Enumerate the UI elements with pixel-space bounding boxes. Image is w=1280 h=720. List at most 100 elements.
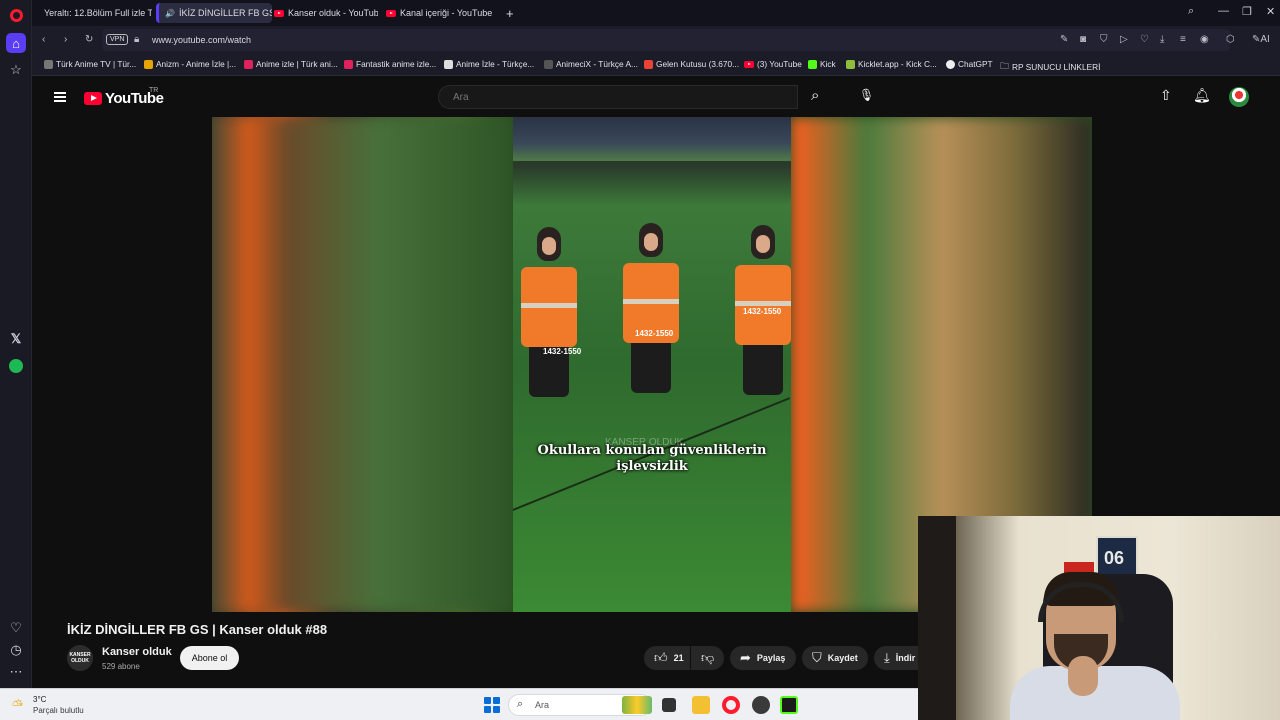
site-icon [344, 59, 353, 69]
tab-label: Kanal içeriği - YouTube St [400, 8, 494, 18]
windows-start-icon[interactable] [484, 697, 500, 713]
youtube-icon [744, 60, 754, 68]
bookmark-item[interactable]: Anime izle | Türk ani... [244, 59, 338, 69]
save-button[interactable]: ⛉ Kaydet [802, 646, 868, 670]
tab-yeralti[interactable]: Yeraltı: 12.Bölüm Full izle T [34, 3, 152, 23]
like-count: 21 [673, 653, 684, 663]
weather-temperature[interactable]: 3°C [33, 695, 46, 704]
steward-figure [617, 223, 685, 393]
profile-icon[interactable]: ◉ [1200, 34, 1209, 45]
search-input[interactable]: Ara [438, 85, 798, 109]
shield-icon[interactable]: ⛉ [1100, 34, 1108, 45]
task-view-icon[interactable] [662, 698, 676, 712]
streaming-app-icon[interactable] [780, 696, 798, 714]
lock-icon[interactable]: 🔒︎ [134, 34, 139, 45]
search-placeholder: Ara [453, 92, 469, 103]
bookmark-item[interactable]: Anime İzle - Türkçe... [444, 59, 534, 69]
reload-icon[interactable]: ↻ [85, 34, 93, 45]
forward-icon[interactable]: › [64, 34, 67, 45]
stadium-stands [513, 117, 791, 161]
download-icon[interactable]: ⤓ [1160, 34, 1164, 45]
folder-icon: 🗀 [1000, 61, 1010, 71]
chatgpt-icon [946, 59, 955, 69]
aria-ai-button[interactable]: ✎AI [1252, 34, 1270, 45]
bookmark-item[interactable]: Kicklet.app - Kick C... [846, 59, 937, 69]
tab-kanser-olduk[interactable]: Kanser olduk - YouTube [268, 3, 378, 23]
tab-label: Yeraltı: 12.Bölüm Full izle T [44, 8, 152, 18]
share-button[interactable]: ➦ Paylaş [730, 646, 796, 670]
avatar[interactable] [1229, 87, 1249, 107]
tab-strip: Yeraltı: 12.Bölüm Full izle T 🔊 İKİZ DİN… [32, 0, 1280, 26]
extensions-icon[interactable]: ⬡ [1226, 34, 1235, 45]
search-highlight-icon[interactable] [622, 696, 652, 714]
camera-icon[interactable]: ◙ [1080, 34, 1086, 45]
bookmark-item[interactable]: ChatGPT [946, 59, 993, 69]
upload-icon[interactable]: ⇧ [1160, 87, 1172, 104]
bookmark-item[interactable]: Kick [808, 59, 836, 69]
bookmark-item[interactable]: Türk Anime TV | Tür... [44, 59, 136, 69]
site-icon [244, 59, 253, 69]
download-button[interactable]: ⤓ İndir [874, 646, 918, 670]
bookmark-item[interactable]: Anizm - Anime İzle |... [144, 59, 236, 69]
bookmark-icon: ⛉ [812, 650, 822, 665]
thumbs-down-icon: 👎︎ [701, 650, 715, 665]
x-twitter-icon[interactable]: 𝕏 [6, 329, 26, 349]
webcam-overlay: 06 [918, 516, 1280, 720]
opera-taskbar-icon[interactable] [722, 696, 740, 714]
more-icon[interactable]: ⋯ [6, 662, 26, 682]
minimize-button[interactable]: — [1218, 5, 1229, 17]
bell-icon[interactable]: 🔔︎ [1193, 87, 1211, 104]
bookmark-item[interactable]: Fantastik anime izle... [344, 59, 436, 69]
close-button[interactable]: ✕ [1266, 5, 1275, 18]
channel-name[interactable]: Kanser olduk [102, 646, 172, 658]
windows-taskbar: ⛅︎ 3°C Parçalı bulutlu ⌕ Ara [0, 688, 918, 720]
site-icon [444, 59, 453, 69]
channel-avatar[interactable]: KANSER OLDUK [67, 645, 93, 671]
new-tab-button[interactable]: + [500, 3, 518, 23]
microphone-icon[interactable]: 🎙︎ [859, 88, 874, 102]
star-icon[interactable]: ☆ [6, 60, 26, 80]
search-icon: ⌕ [517, 698, 524, 710]
animecix-icon [544, 59, 553, 69]
search-tabs-icon[interactable]: ⌕ [1188, 5, 1194, 18]
video-blur-left [212, 117, 513, 612]
tab-ikiz-dingiller[interactable]: 🔊 İKİZ DİNGİLLER FB GS [156, 3, 272, 23]
dislike-button[interactable]: 👎︎ [691, 646, 724, 670]
app-icon[interactable] [752, 696, 770, 714]
bookmarks-bar: Türk Anime TV | Tür... Anizm - Anime İzl… [32, 54, 1280, 76]
youtube-icon [84, 92, 102, 105]
back-icon[interactable]: ‹ [42, 34, 45, 45]
weather-description[interactable]: Parçalı bulutlu [33, 706, 84, 715]
gmail-icon [644, 59, 653, 69]
menu-icon[interactable] [54, 92, 66, 102]
home-icon[interactable]: ⌂ [6, 33, 26, 53]
vpn-badge[interactable]: VPN [106, 34, 129, 45]
bookmark-item[interactable]: AnimeciX - Türkçe A... [544, 59, 638, 69]
bookmark-item[interactable]: (3) YouTube [744, 59, 802, 69]
youtube-icon [386, 9, 396, 17]
bookmark-item[interactable]: Gelen Kutusu (3.670... [644, 59, 739, 69]
maximize-button[interactable]: ❐ [1242, 5, 1252, 18]
opera-logo-icon[interactable] [10, 9, 23, 22]
webcam-door [918, 516, 956, 720]
play-icon[interactable]: ▷ [1120, 34, 1128, 45]
share-icon: ➦ [740, 650, 751, 665]
speaker-icon: 🔊 [165, 8, 175, 18]
url-text[interactable]: www.youtube.com/watch [152, 35, 251, 45]
tab-kanal-icerigi[interactable]: Kanal içeriği - YouTube St [380, 3, 494, 23]
kick-icon [808, 59, 817, 69]
like-button[interactable]: 👍︎ 21 [644, 646, 690, 670]
menu-icon[interactable]: ≡ [1180, 34, 1186, 45]
kicklet-icon [846, 59, 855, 69]
video-frame[interactable]: 1432-1550 1432-1550 1432-1550 KANSER OLD… [513, 117, 791, 612]
weather-icon[interactable]: ⛅︎ [12, 697, 23, 714]
search-icon[interactable]: ⌕ [811, 87, 819, 104]
edit-icon[interactable]: ✎ [1060, 34, 1068, 45]
subscribe-button[interactable]: Abone ol [180, 646, 239, 670]
spotify-icon[interactable] [6, 356, 26, 376]
file-explorer-icon[interactable] [692, 696, 710, 714]
history-icon[interactable]: ◷ [6, 640, 26, 660]
heart-icon[interactable]: ♡ [6, 618, 26, 638]
bookmark-folder[interactable]: 🗀 RP SUNUCU LİNKLERİ [1000, 59, 1100, 75]
heart-icon[interactable]: ♡ [1140, 34, 1149, 45]
